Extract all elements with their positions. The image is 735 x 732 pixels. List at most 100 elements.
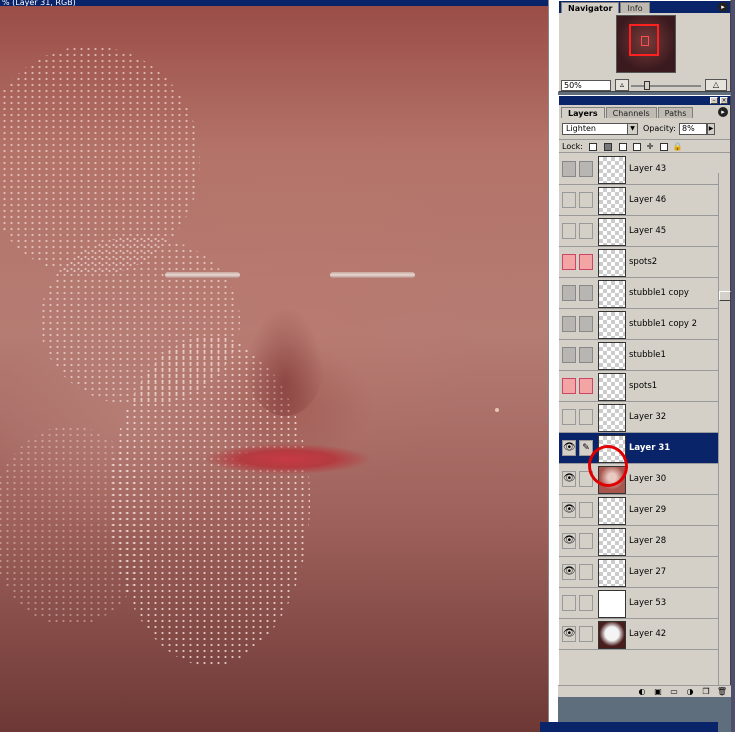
layer-thumbnail[interactable] (598, 218, 626, 246)
layer-name[interactable]: Layer 45 (629, 226, 666, 236)
layer-name[interactable]: Layer 30 (629, 474, 666, 484)
minimize-icon[interactable]: – (710, 97, 718, 104)
tab-channels[interactable]: Channels (605, 107, 657, 118)
layer-row[interactable]: Layer 43 (559, 154, 719, 185)
layer-thumbnail[interactable] (598, 621, 626, 649)
layer-row[interactable]: 👁 Layer 42 (559, 619, 719, 650)
new-set-icon[interactable]: ▭ (668, 687, 680, 697)
lock-image-checkbox[interactable] (604, 142, 613, 151)
zoom-slider[interactable] (631, 85, 701, 87)
layers-scrollbar-thumb[interactable] (719, 291, 731, 301)
layer-name[interactable]: Layer 42 (629, 629, 666, 639)
layers-scrollbar[interactable] (718, 173, 731, 685)
layer-row[interactable]: spots1 (559, 371, 719, 402)
layer-row[interactable]: 👁 Layer 27 (559, 557, 719, 588)
trash-icon[interactable]: 🗑 (716, 687, 728, 697)
layer-name[interactable]: stubble1 copy 2 (629, 319, 697, 329)
layer-name[interactable]: stubble1 (629, 350, 666, 360)
blend-mode-select[interactable]: Lighten ▼ (562, 123, 638, 135)
visibility-toggle[interactable] (562, 347, 576, 363)
layer-row[interactable]: Layer 53 (559, 588, 719, 619)
layer-name[interactable]: Layer 32 (629, 412, 666, 422)
layer-name[interactable]: Layer 28 (629, 536, 666, 546)
navigator-thumbnail[interactable] (616, 15, 676, 73)
layer-thumbnail[interactable] (598, 528, 626, 556)
visibility-toggle[interactable] (562, 378, 576, 394)
visibility-toggle[interactable] (562, 409, 576, 425)
zoom-field[interactable]: 50% (561, 80, 611, 91)
layer-name[interactable]: Layer 27 (629, 567, 666, 577)
layer-thumbnail[interactable] (598, 404, 626, 432)
eye-icon[interactable]: 👁 (562, 533, 576, 549)
tab-navigator[interactable]: Navigator (561, 2, 620, 13)
link-toggle[interactable] (579, 316, 593, 332)
visibility-toggle[interactable] (562, 161, 576, 177)
opacity-field[interactable]: 8% (679, 123, 707, 135)
layer-row[interactable]: Layer 45 (559, 216, 719, 247)
layer-row[interactable]: Layer 46 (559, 185, 719, 216)
layer-thumbnail[interactable] (598, 187, 626, 215)
eye-icon[interactable]: 👁 (562, 471, 576, 487)
eye-icon[interactable]: 👁 (562, 626, 576, 642)
layer-name[interactable]: stubble1 copy (629, 288, 689, 298)
layers-window-bar[interactable]: – × (559, 96, 730, 105)
link-toggle[interactable] (579, 409, 593, 425)
layer-name[interactable]: Layer 46 (629, 195, 666, 205)
link-toggle[interactable] (579, 161, 593, 177)
panel-menu-icon[interactable]: ▸ (718, 2, 728, 12)
link-toggle[interactable] (579, 533, 593, 549)
link-toggle[interactable] (579, 595, 593, 611)
layer-name[interactable]: spots1 (629, 381, 657, 391)
visibility-toggle[interactable] (562, 223, 576, 239)
layer-row[interactable]: spots2 (559, 247, 719, 278)
lock-paint-checkbox[interactable] (618, 142, 627, 151)
canvas-scrollbar-gutter[interactable] (548, 0, 558, 732)
layer-style-icon[interactable]: ◐ (636, 687, 648, 697)
tab-info[interactable]: Info (620, 2, 650, 13)
layer-name[interactable]: Layer 29 (629, 505, 666, 515)
new-layer-icon[interactable]: ❐ (700, 687, 712, 697)
eye-icon[interactable]: 👁 (562, 440, 576, 456)
visibility-toggle[interactable] (562, 285, 576, 301)
lock-position-checkbox[interactable] (633, 142, 642, 151)
layer-row[interactable]: 👁 ✎ Layer 31 (559, 433, 719, 464)
layer-thumbnail[interactable] (598, 590, 626, 618)
zoom-slider-knob[interactable] (644, 81, 650, 90)
visibility-toggle[interactable] (562, 595, 576, 611)
layer-row[interactable]: Layer 32 (559, 402, 719, 433)
eye-icon[interactable]: 👁 (562, 564, 576, 580)
close-icon[interactable]: × (720, 97, 728, 104)
layer-row[interactable]: 👁 Layer 29 (559, 495, 719, 526)
lower-panel-titlebar[interactable] (540, 722, 718, 732)
layer-row[interactable]: stubble1 (559, 340, 719, 371)
navigator-view-box[interactable] (629, 24, 659, 56)
layer-row[interactable]: stubble1 copy (559, 278, 719, 309)
panel-menu-icon[interactable]: ▸ (718, 107, 728, 117)
link-toggle[interactable] (579, 285, 593, 301)
link-toggle[interactable] (579, 192, 593, 208)
zoom-out-icon[interactable]: ▵ (615, 79, 629, 91)
layer-thumbnail[interactable] (598, 342, 626, 370)
layer-thumbnail[interactable] (598, 373, 626, 401)
link-toggle[interactable] (579, 347, 593, 363)
layers-list[interactable]: large_rude Layer 43Layer 46Layer 45spots… (559, 154, 719, 666)
layer-thumbnail[interactable] (598, 156, 626, 184)
link-toggle[interactable] (579, 564, 593, 580)
layer-row[interactable]: 👁 Layer 30 (559, 464, 719, 495)
layer-thumbnail[interactable] (598, 311, 626, 339)
visibility-toggle[interactable] (562, 192, 576, 208)
link-toggle[interactable] (579, 254, 593, 270)
opacity-arrow-icon[interactable]: ▶ (707, 123, 715, 135)
zoom-in-icon[interactable]: △ (705, 79, 727, 91)
eye-icon[interactable]: 👁 (562, 502, 576, 518)
layer-name[interactable]: Layer 43 (629, 164, 666, 174)
lock-all-checkbox[interactable] (659, 142, 668, 151)
mask-icon[interactable]: ▣ (652, 687, 664, 697)
link-toggle[interactable] (579, 223, 593, 239)
document-title-bar[interactable]: % (Layer 31, RGB) (0, 0, 548, 6)
layer-name[interactable]: Layer 53 (629, 598, 666, 608)
layer-row[interactable]: stubble1 copy 2 (559, 309, 719, 340)
link-toggle[interactable] (579, 502, 593, 518)
tab-paths[interactable]: Paths (657, 107, 694, 118)
layer-thumbnail[interactable] (598, 497, 626, 525)
